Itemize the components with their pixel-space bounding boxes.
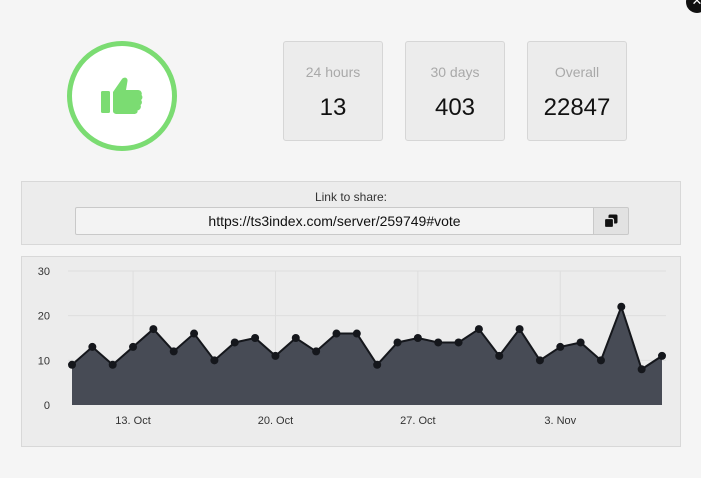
chart-data-point [617,302,626,311]
chart-data-point [169,347,178,356]
stat-value: 13 [319,94,347,121]
chart-data-point [332,329,341,338]
chart-data-point [515,325,524,334]
chart-data-point [88,342,97,351]
stat-value: 22847 [543,94,611,121]
copy-button[interactable] [593,207,629,235]
close-icon[interactable]: ✕ [692,0,701,9]
votes-chart: 0 10 20 30 13. Oct 20. Oct 27. Oct 3. Nov [21,256,681,447]
chart-data-point [413,334,422,342]
thumbs-up-icon [101,77,143,114]
chart-data-point [373,360,382,369]
chart-data-point [271,351,280,360]
chart-data-point [312,347,321,356]
share-panel: Link to share: [21,181,681,245]
chart-data-point [251,334,260,342]
chart-data-point [149,325,158,334]
chart-data-point [190,329,199,338]
close-button[interactable]: ✕ [686,0,701,13]
chart-data-point [658,351,666,360]
stat-24-hours: 24 hours 13 [283,41,383,141]
chart-data-point [129,342,138,351]
chart-y-tick-label: 30 [38,266,50,278]
chart-data-point [454,338,463,347]
chart-y-tick-label: 0 [44,400,50,412]
chart-data-point [291,334,300,342]
share-url-input[interactable] [75,207,594,235]
share-label: Link to share: [314,190,388,204]
chart-area [72,306,662,405]
chart-data-point [230,338,239,347]
vote-thumb-badge [67,41,177,151]
chart-data-point [596,356,605,365]
chart-data-point [535,356,544,365]
chart-data-point [576,338,585,347]
chart-x-tick-label: 13. Oct [115,415,150,427]
stat-30-days: 30 days 403 [405,41,505,141]
stat-overall: Overall 22847 [527,41,627,141]
chart-x-tick-label: 27. Oct [400,415,435,427]
chart-y-tick-label: 10 [38,355,50,367]
copy-icon[interactable] [604,214,618,228]
chart-data-point [556,342,565,351]
chart-data-point [68,360,76,369]
chart-x-tick-label: 20. Oct [258,415,293,427]
chart-data-point [393,338,402,347]
chart-data-point [108,360,117,369]
stat-label: 24 hours [305,64,361,80]
chart-data-point [434,338,443,347]
stat-label: 30 days [430,64,480,80]
chart-data-point [637,365,646,374]
stat-value: 403 [434,94,476,121]
chart-data-point [210,356,219,365]
chart-data-point [495,351,504,360]
votes-chart-svg: 0 10 20 30 13. Oct 20. Oct 27. Oct 3. Nov [38,266,666,427]
chart-x-tick-label: 3. Nov [544,415,576,427]
chart-y-tick-label: 20 [38,311,50,323]
stat-label: Overall [554,64,600,80]
chart-data-point [474,325,483,334]
chart-data-point [352,329,361,338]
